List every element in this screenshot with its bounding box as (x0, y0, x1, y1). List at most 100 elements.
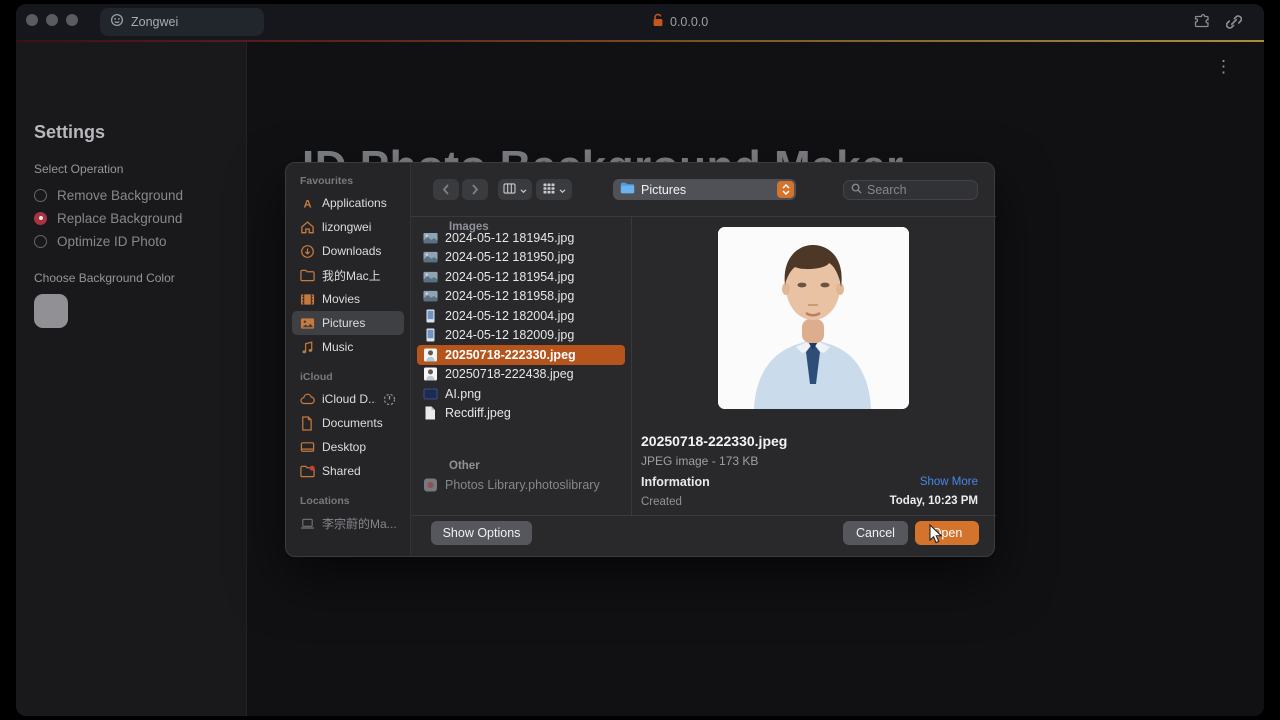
sidebar-item-icloud-d[interactable]: iCloud D... (292, 387, 404, 411)
sidebar-section-title: Favourites (286, 175, 410, 191)
file-name: Recdiff.jpeg (445, 406, 511, 420)
tab-favicon (110, 13, 124, 32)
sidebar-item-lizongwei[interactable]: lizongwei (292, 215, 404, 239)
column-view-icon (503, 181, 516, 199)
grid-view-icon (543, 181, 555, 199)
bottom-bar-divider (411, 515, 996, 516)
operation-option-remove-background[interactable]: Remove Background (34, 186, 183, 204)
sidebar-item-label: Documents (322, 416, 383, 430)
cancel-button[interactable]: Cancel (843, 521, 908, 545)
search-field[interactable] (843, 180, 978, 200)
operation-radio-group: Remove Background Replace Background Optim… (34, 186, 183, 250)
file-row[interactable]: Recdiff.jpeg (417, 404, 625, 424)
minimize-window-button[interactable] (46, 14, 58, 26)
sidebar-item-label: Downloads (322, 244, 381, 258)
file-name: 2024-05-12 181950.jpg (445, 250, 574, 264)
other-file-list: Photos Library.photoslibrary (417, 475, 625, 495)
file-thumbnail-navy (423, 387, 438, 401)
sync-icon (383, 393, 396, 406)
sidebar-item-label: lizongwei (322, 220, 371, 234)
file-name: 20250718-222330.jpeg (445, 348, 576, 362)
file-name: 20250718-222438.jpeg (445, 367, 574, 381)
list-preview-divider (631, 216, 632, 515)
file-name: AI.png (445, 387, 481, 401)
file-thumbnail-landscape (423, 233, 438, 245)
search-input[interactable] (867, 183, 970, 197)
close-window-button[interactable] (26, 14, 38, 26)
background-color-swatch[interactable] (34, 294, 68, 328)
file-row[interactable]: 2024-05-12 181958.jpg (417, 287, 625, 307)
operation-option-label: Optimize ID Photo (57, 234, 167, 249)
sidebar-item-label: Music (322, 340, 353, 354)
browser-toolbar: Zongwei 0.0.0.0 (16, 4, 1264, 40)
sidebar-item-label: Applications (322, 196, 387, 210)
sidebar-item-label: Pictures (322, 316, 365, 330)
file-row[interactable]: 2024-05-12 181950.jpg (417, 248, 625, 268)
radio-button (34, 235, 47, 248)
browser-tab[interactable]: Zongwei (100, 8, 264, 36)
pictures-icon (300, 316, 315, 331)
chevron-down-icon (520, 181, 527, 199)
extensions-icon[interactable] (1193, 13, 1210, 35)
copy-link-icon[interactable] (1226, 14, 1242, 35)
select-operation-label: Select Operation (34, 162, 123, 176)
open-button[interactable]: Open (915, 521, 979, 545)
file-thumbnail-person (423, 348, 438, 362)
show-more-link[interactable]: Show More (641, 476, 978, 488)
file-thumbnail-portrait (423, 309, 438, 323)
shared-folder-icon (300, 464, 315, 479)
file-thumbnail-person (423, 367, 438, 381)
address-bar[interactable]: 0.0.0.0 (652, 12, 708, 32)
file-row[interactable]: 20250718-222438.jpeg (417, 365, 625, 385)
file-thumbnail-doc (423, 406, 438, 420)
location-popup[interactable]: Pictures (613, 179, 796, 200)
operation-option-replace-background[interactable]: Replace Background (34, 209, 183, 227)
svg-text:A: A (303, 198, 311, 210)
sidebar-item-ma[interactable]: 李宗蔚的Ma... (292, 511, 404, 535)
radio-button-selected (34, 212, 47, 225)
sidebar-item-applications[interactable]: A Applications (292, 191, 404, 215)
forward-button[interactable] (462, 179, 488, 200)
sidebar-item-shared[interactable]: Shared (292, 459, 404, 483)
file-name: 2024-05-12 182009.jpg (445, 328, 574, 342)
sidebar-item-pictures[interactable]: Pictures (292, 311, 404, 335)
folder-icon (620, 181, 635, 199)
kebab-menu-icon[interactable]: ⋮ (1215, 58, 1232, 75)
group-view-button[interactable] (536, 179, 572, 200)
file-row[interactable]: 2024-05-12 181945.jpg (417, 233, 625, 248)
column-view-button[interactable] (498, 179, 532, 200)
sidebar-item-mac[interactable]: 我的Mac上 (292, 263, 404, 287)
sidebar-item-desktop[interactable]: Desktop (292, 435, 404, 459)
operation-option-optimize-id-photo[interactable]: Optimize ID Photo (34, 232, 183, 250)
mouse-cursor (929, 524, 944, 550)
zoom-window-button[interactable] (66, 14, 78, 26)
file-row[interactable]: 2024-05-12 181954.jpg (417, 267, 625, 287)
sidebar-section-title: iCloud (286, 371, 410, 387)
sidebar-item-downloads[interactable]: Downloads (292, 239, 404, 263)
sidebar-item-movies[interactable]: Movies (292, 287, 404, 311)
file-row[interactable]: 2024-05-12 182004.jpg (417, 306, 625, 326)
other-section-header: Other (449, 460, 480, 472)
file-row[interactable]: 20250718-222330.jpeg (417, 345, 625, 365)
file-name: 2024-05-12 182004.jpg (445, 309, 574, 323)
file-row[interactable]: 2024-05-12 182009.jpg (417, 326, 625, 346)
desktop-icon (300, 440, 315, 455)
back-button[interactable] (433, 179, 459, 200)
document-icon (300, 416, 315, 431)
download-icon (300, 244, 315, 259)
sidebar-section-locations: Locations李宗蔚的Ma... (286, 495, 410, 535)
search-icon (851, 181, 862, 199)
toolbar-divider (411, 216, 996, 217)
sidebar-item-label: 李宗蔚的Ma... (322, 515, 396, 532)
applications-icon: A (300, 196, 315, 211)
address-text: 0.0.0.0 (670, 15, 708, 29)
sidebar-item-label: iCloud D... (322, 392, 376, 406)
show-options-button[interactable]: Show Options (431, 521, 532, 545)
file-thumbnail-photoslib (423, 478, 438, 492)
sidebar-item-label: Desktop (322, 440, 366, 454)
file-row[interactable]: AI.png (417, 384, 625, 404)
sidebar-item-music[interactable]: Music (292, 335, 404, 359)
file-thumbnail-landscape (423, 270, 438, 284)
sidebar-item-documents[interactable]: Documents (292, 411, 404, 435)
file-row[interactable]: Photos Library.photoslibrary (417, 475, 625, 495)
